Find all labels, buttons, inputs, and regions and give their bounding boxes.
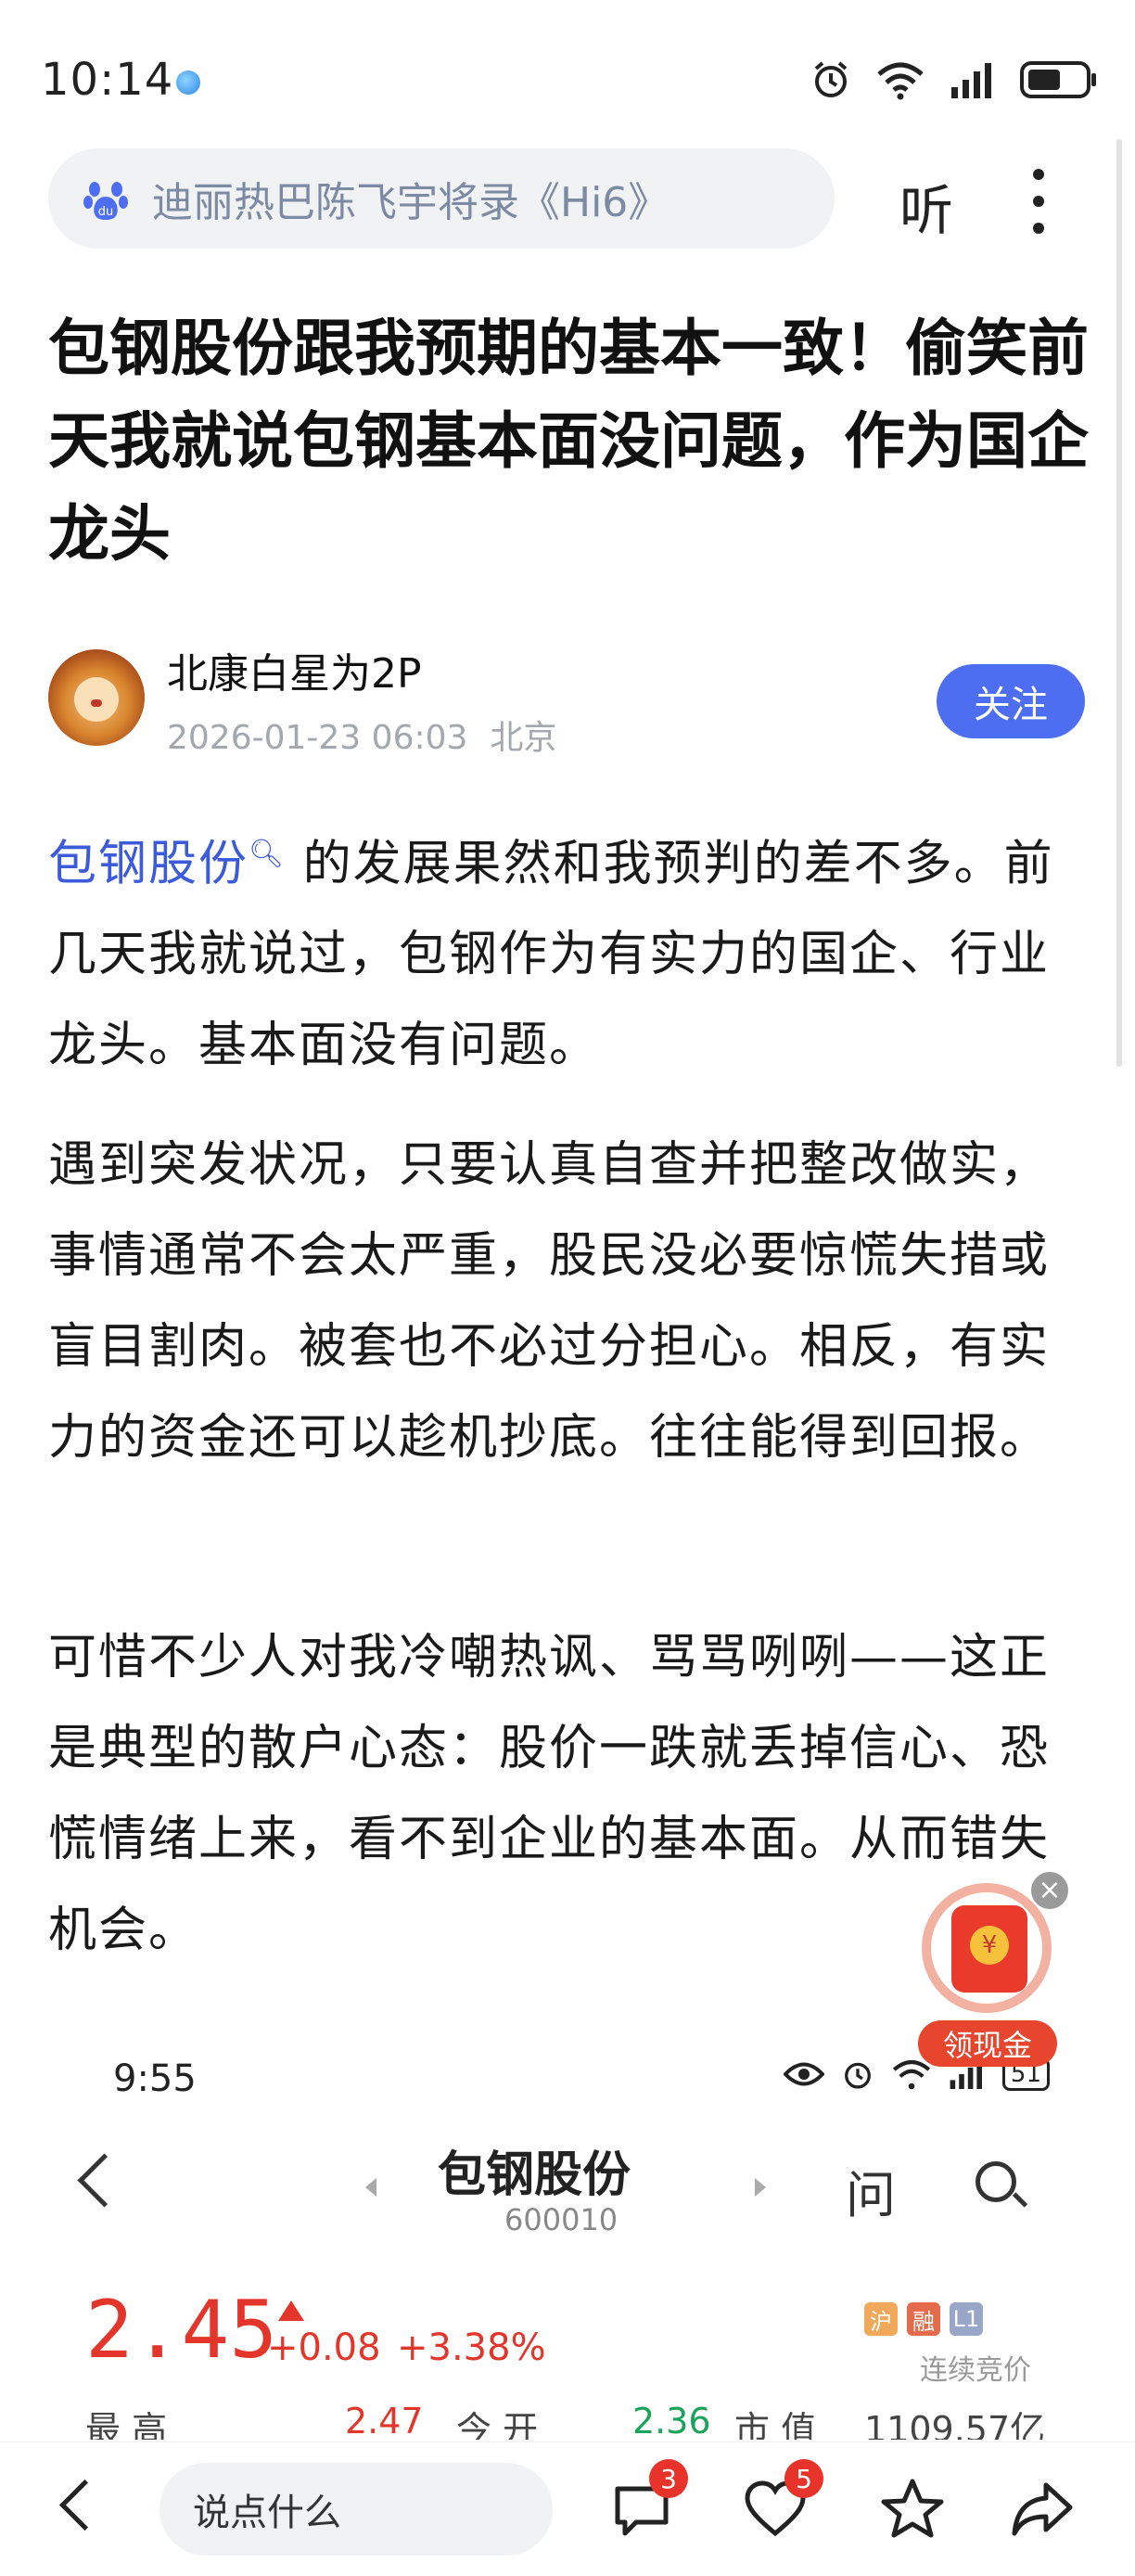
tag-l1: L1 (950, 2302, 983, 2336)
high-label: 最 高 (85, 2409, 168, 2440)
favorite-star-icon[interactable] (879, 2476, 946, 2543)
cap-label: 市 值 (734, 2409, 817, 2440)
embedded-back-icon (77, 2153, 132, 2208)
tag-sh: 沪 (864, 2302, 898, 2336)
follow-button[interactable]: 关注 (937, 664, 1085, 738)
stock-link[interactable]: 包钢股份 (48, 836, 249, 891)
search-placeholder: 迪丽热巴陈飞宇将录《Hi6》 (152, 179, 670, 226)
baidu-paw-icon: du (83, 182, 128, 220)
wifi-icon (877, 62, 924, 100)
embedded-stock-screenshot[interactable]: 9:55 51 包钢股份 600010 问 2.45 +0.08 +3.38% … (48, 2031, 1087, 2440)
publish-date: 2026-01-23 06:03 (167, 719, 468, 757)
battery-icon (1020, 61, 1096, 98)
coin-icon: ¥ (970, 1926, 1009, 1965)
open-label: 今 开 (456, 2409, 539, 2440)
embedded-price: 2.45 (85, 2284, 278, 2377)
author-meta: 2026-01-23 06:03 北京 (167, 711, 556, 759)
alarm-icon (814, 61, 848, 97)
link-search-icon[interactable]: 🔍︎ (249, 838, 286, 870)
floating-reward[interactable]: ¥ × 领现金 (918, 1872, 1068, 2076)
publish-location: 北京 (490, 719, 557, 757)
back-icon[interactable] (58, 2479, 111, 2531)
listen-button[interactable]: 听 (899, 167, 953, 245)
embedded-ask-label: 问 (846, 2166, 896, 2224)
notification-dot-icon (176, 70, 200, 95)
paragraph-1: 包钢股份🔍︎ 的发展果然和我预判的差不多。前几天我就说过，包钢作为有实力的国企、… (48, 809, 1096, 1091)
search-bar[interactable]: du 迪丽热巴陈飞宇将录《Hi6》 (48, 148, 835, 249)
embedded-stock-name: 包钢股份 (438, 2147, 631, 2203)
reward-label[interactable]: 领现金 (918, 2020, 1057, 2067)
bottom-bar: 说点什么 3 5 (0, 2441, 1135, 2576)
next-stock-icon (755, 2178, 766, 2197)
close-icon[interactable]: × (1031, 1872, 1068, 1909)
comment-count-badge: 3 (649, 2459, 688, 2498)
paragraph-2: 遇到突发状况，只要认真自查并把整改做实，事情通常不会太严重，股民没必要惊慌失措或… (48, 1137, 1051, 1466)
like-count-badge: 5 (784, 2459, 823, 2498)
embedded-change-pct: +3.38% (397, 2326, 546, 2369)
more-menu-icon[interactable] (1029, 169, 1048, 234)
comment-input[interactable]: 说点什么 (159, 2463, 553, 2556)
status-bar: 10:14 (0, 0, 1135, 139)
tag-margin: 融 (907, 2302, 940, 2336)
open-value: 2.36 (632, 2401, 711, 2440)
embedded-time: 9:55 (113, 2057, 197, 2100)
embedded-change: +0.08 (267, 2326, 381, 2369)
high-value: 2.47 (345, 2401, 424, 2440)
up-arrow-icon (278, 2300, 304, 2321)
alarm-icon (844, 2062, 871, 2089)
embedded-tags: 沪 融 L1 (864, 2302, 983, 2336)
embedded-stock-code: 600010 (504, 2202, 619, 2237)
signal-icon (951, 63, 991, 98)
status-time: 10:14 (41, 54, 174, 106)
prev-stock-icon (365, 2178, 376, 2197)
share-icon[interactable] (1009, 2476, 1076, 2543)
embedded-trade-mode: 连续竞价 (920, 2354, 1031, 2387)
scroll-indicator (1116, 139, 1122, 1067)
article-title: 包钢股份跟我预期的基本一致！偷笑前天我就说包钢基本面没问题，作为国企龙头 (48, 313, 1089, 570)
embedded-search-icon (976, 2161, 1016, 2202)
author-avatar[interactable] (48, 649, 145, 746)
svg-text:du: du (98, 205, 114, 219)
red-packet-icon: ¥ (951, 1905, 1027, 1993)
system-icons (810, 59, 1098, 100)
eye-icon (783, 2062, 824, 2086)
comment-placeholder: 说点什么 (193, 2492, 341, 2534)
author-name[interactable]: 北康白星为2P (167, 640, 422, 699)
cap-value: 1109.57亿 (864, 2409, 1046, 2440)
